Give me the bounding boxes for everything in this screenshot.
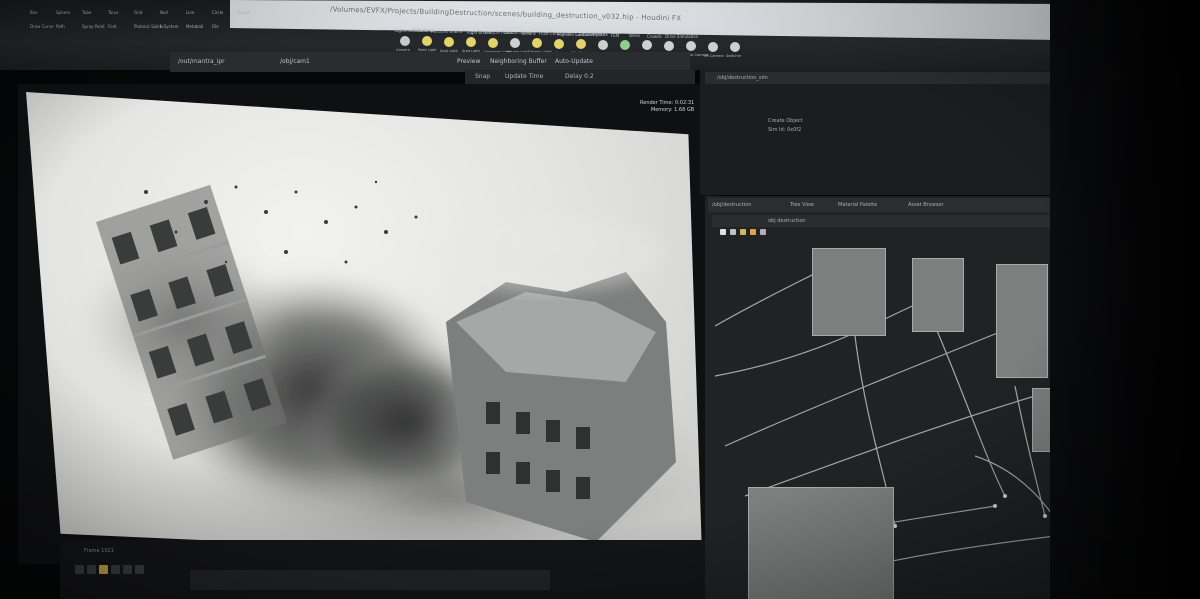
loop-button[interactable] [135, 565, 144, 574]
left-tool-9[interactable]: Draw Curve [30, 24, 54, 29]
shelf-tool-icon-7[interactable] [554, 38, 564, 49]
node-box-4[interactable] [748, 487, 894, 599]
left-tool-0[interactable]: Box [30, 10, 37, 15]
frame-label: Frame 1021 [84, 548, 114, 554]
left-tool-2[interactable]: Tube [82, 10, 91, 15]
parameter-path: /obj/destruction_sim [717, 75, 768, 81]
shelf-tool-icon-2[interactable] [444, 36, 454, 47]
viewport-toolbar: /out/mantra_ipr /obj/cam1 Preview Neighb… [170, 52, 690, 72]
shelf-tool-icon-15[interactable] [730, 42, 740, 52]
render-tab-1[interactable]: Update Time [505, 73, 543, 80]
render-stats: Render Time: 0:02:31 Memory: 1.68 GB [640, 100, 694, 114]
shelf-tab-2[interactable]: Particles [431, 29, 448, 34]
step-back-button[interactable] [87, 565, 96, 574]
left-tool-11[interactable]: Spray Paint [82, 24, 105, 29]
left-tool-10[interactable]: Path [56, 24, 65, 29]
go-start-button[interactable] [75, 565, 84, 574]
destruction-render-image [76, 180, 703, 562]
shelf-tab-14[interactable]: Crowds [647, 34, 662, 39]
shelf-tab-3[interactable]: Grains [449, 29, 462, 34]
parameter-header: /obj/destruction_sim [705, 72, 1055, 84]
monitor-bezel [1050, 0, 1200, 599]
node-box-1[interactable] [912, 258, 964, 332]
left-tool-1[interactable]: Sphere [56, 10, 70, 15]
left-tool-12[interactable]: Font [108, 24, 117, 29]
left-tool-16[interactable]: File [212, 24, 219, 29]
houdini-screen: /Volumes/EVFX/Projects/BuildingDestructi… [0, 0, 1200, 599]
shelf-tab-13[interactable]: Wires [629, 33, 640, 38]
left-tool-8[interactable]: Curve [238, 10, 250, 15]
left-tool-4[interactable]: Grid [134, 10, 142, 15]
render-tab-strip: Snap Update Time Delay 0.2 [465, 70, 695, 84]
left-tool-6[interactable]: Line [186, 10, 194, 15]
parameter-item-0[interactable]: Create Object [768, 118, 803, 124]
shelf-tool-icon-5[interactable] [510, 38, 520, 48]
playback-controls [75, 565, 185, 579]
render-tab-2[interactable]: Delay 0.2 [565, 73, 594, 80]
left-tool-7[interactable]: Circle [212, 10, 223, 15]
render-tab-0[interactable]: Snap [475, 73, 490, 80]
render-view[interactable] [26, 92, 703, 562]
shelf-tool-icon-10[interactable] [620, 40, 630, 50]
render-label[interactable]: /out/mantra_ipr [178, 58, 225, 65]
shelf-tool-icon-0[interactable] [400, 36, 410, 46]
shelf-tool-icon-9[interactable] [598, 39, 608, 50]
node-box-0[interactable] [812, 248, 886, 336]
monitor: /Volumes/EVFX/Projects/BuildingDestructi… [0, 0, 1200, 599]
neighboring-buffer-label[interactable]: Neighboring Buffer [490, 58, 547, 65]
shelf-tab-12[interactable]: FEM [611, 33, 619, 38]
render-time: Render Time: 0:02:31 [640, 100, 695, 106]
parameter-item-1[interactable]: Sim Id: 0x0f2 [768, 127, 801, 133]
parameter-pane [700, 70, 1060, 195]
render-memory: Memory: 1.68 GB [650, 107, 695, 113]
shelf-tool-label-15: Switcher [726, 54, 742, 58]
shelf-tool-label-14: VR Camera [704, 53, 724, 58]
left-tool-13[interactable]: Platonic Solids [134, 24, 163, 29]
step-forward-button[interactable] [111, 565, 120, 574]
shelf-tab-15[interactable]: Drive Simulation [665, 34, 698, 39]
shelf-tool-icon-14[interactable] [708, 41, 718, 52]
go-end-button[interactable] [123, 565, 132, 574]
left-tool-15[interactable]: Metaball [186, 24, 203, 29]
preview-label[interactable]: Preview [457, 58, 480, 65]
shelf-tab-7[interactable]: Oceans [521, 31, 536, 36]
photo-of-monitor: /Volumes/EVFX/Projects/BuildingDestructi… [0, 0, 1200, 599]
camera-label[interactable]: /obj/cam1 [280, 58, 310, 65]
shelf-tab-1[interactable]: Collisions [413, 28, 432, 33]
node-box-2[interactable] [996, 264, 1048, 378]
left-tool-14[interactable]: L-System [160, 24, 179, 29]
play-button[interactable] [99, 565, 108, 574]
timeline-slider[interactable] [190, 570, 550, 590]
left-tool-5[interactable]: Null [160, 10, 168, 15]
shelf-tool-icon-12[interactable] [664, 40, 674, 51]
left-tool-3[interactable]: Torus [108, 10, 118, 15]
auto-update-toggle[interactable]: Auto-Update [555, 58, 593, 65]
shelf-tab-11[interactable]: Pyro FX [593, 32, 608, 37]
shelf-tool-icon-4[interactable] [488, 37, 498, 48]
